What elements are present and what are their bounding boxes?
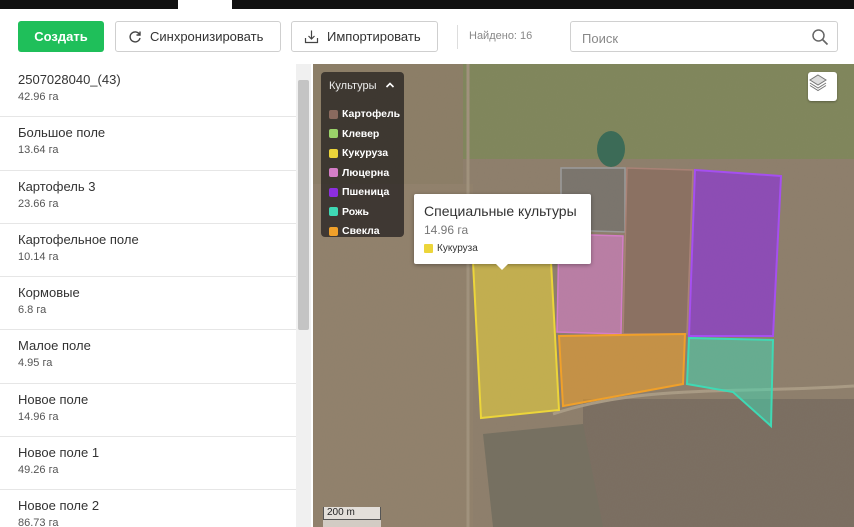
field-area: 49.26 га [18,464,59,477]
popup-crop-label: Кукуруза [437,243,478,254]
field-name: Картофель 3 [18,178,96,194]
field-area: 42.96 га [18,91,59,103]
legend-swatch [329,226,338,236]
crop-legend: Культуры Картофель Клевер Кукуруза Люцер… [321,72,404,237]
sync-icon [129,30,141,43]
field-name: Картофельное поле [18,231,139,247]
field-wheat[interactable] [687,168,783,337]
toolbar: Создать Синхронизировать Импортировать Н… [0,9,854,64]
legend-swatch [329,109,338,119]
legend-swatch [329,207,338,216]
field-name: Новое поле 1 [18,445,100,461]
search-icon[interactable] [811,28,829,46]
sync-button[interactable]: Синхронизировать [115,21,281,52]
map-scale-secondary [323,520,381,527]
import-button[interactable]: Импортировать [291,21,438,52]
legend-item: Пшеница [329,185,389,199]
field-area: 13.64 га [18,144,59,157]
legend-item: Свекла [329,224,380,238]
field-name: 2507028040_(43) [18,72,121,87]
layers-button[interactable] [808,72,837,101]
legend-label: Свекла [342,225,380,237]
legend-title: Культуры [329,80,377,92]
field-area: 14.96 га [18,410,59,423]
search-box[interactable] [570,21,838,52]
field-popup: Специальные культуры 14.96 га Кукуруза [414,194,591,270]
legend-item: Картофель [329,107,400,121]
field-corn[interactable] [471,261,561,420]
list-item[interactable]: Новое поле 2 86.73 га [0,490,296,527]
field-name: Малое поле [18,338,91,354]
list-item[interactable]: 2507028040_(43) 42.96 га [0,64,296,118]
sync-button-label: Синхронизировать [150,29,264,44]
legend-label: Пшеница [342,186,390,198]
scrollbar-thumb[interactable] [298,80,309,330]
field-list: 2507028040_(43) 42.96 га Большое поле 13.6… [0,64,296,527]
list-item[interactable]: Новое поле 14.96 га [0,384,296,438]
list-item[interactable]: Картофельное поле 10.14 га [0,224,296,278]
field-name: Кормовые [18,285,80,301]
popup-title: Специальные культуры [424,203,577,219]
popup-crop: Кукуруза [424,243,478,254]
legend-label: Картофель [342,108,401,120]
list-item[interactable]: Кормовые 6.8 га [0,277,296,331]
create-button[interactable]: Создать [18,21,104,52]
legend-item: Рожь [329,205,369,219]
popup-crop-swatch [424,244,433,253]
field-area: 4.95 га [18,357,53,370]
toolbar-divider [457,25,458,49]
legend-item: Люцерна [329,166,389,180]
legend-swatch [329,148,338,158]
legend-label: Кукуруза [342,147,389,159]
list-item[interactable]: Новое поле 1 49.26 га [0,437,296,491]
field-area: 86.73 га [18,517,59,527]
import-button-label: Импортировать [327,29,421,44]
legend-label: Рожь [342,205,369,218]
list-item[interactable]: Картофель 3 23.66 га [0,171,296,224]
search-input[interactable] [580,28,804,48]
popup-area: 14.96 га [424,223,469,237]
list-item[interactable]: Малое поле 4.95 га [0,330,296,384]
field-name: Новое поле [18,391,89,407]
legend-swatch [329,187,338,197]
field-name: Новое поле 2 [18,498,100,514]
layers-icon [809,74,827,92]
legend-label: Люцерна [342,166,390,179]
found-count: Найдено: 16 [469,30,533,42]
legend-label: Клевер [342,127,380,140]
window-top-strip [0,0,854,9]
field-area: 6.8 га [18,304,47,317]
field-area: 10.14 га [18,250,59,263]
download-icon [304,30,319,44]
map-view[interactable]: Культуры Картофель Клевер Кукуруза Люцер… [313,64,854,527]
field-name: Большое поле [18,125,106,141]
legend-swatch [329,168,338,177]
field-potato[interactable] [622,167,694,335]
list-item[interactable]: Большое поле 13.64 га [0,117,296,171]
legend-swatch [329,129,338,138]
legend-item: Клевер [329,127,379,141]
field-list-panel: 2507028040_(43) 42.96 га Большое поле 13.6… [0,64,311,527]
chevron-up-icon[interactable] [385,80,395,90]
map-scale: 200 m [323,507,381,520]
field-area: 23.66 га [18,197,59,210]
window-tab-highlight [178,0,232,9]
map-pond [597,131,625,167]
legend-item: Кукуруза [329,146,388,160]
